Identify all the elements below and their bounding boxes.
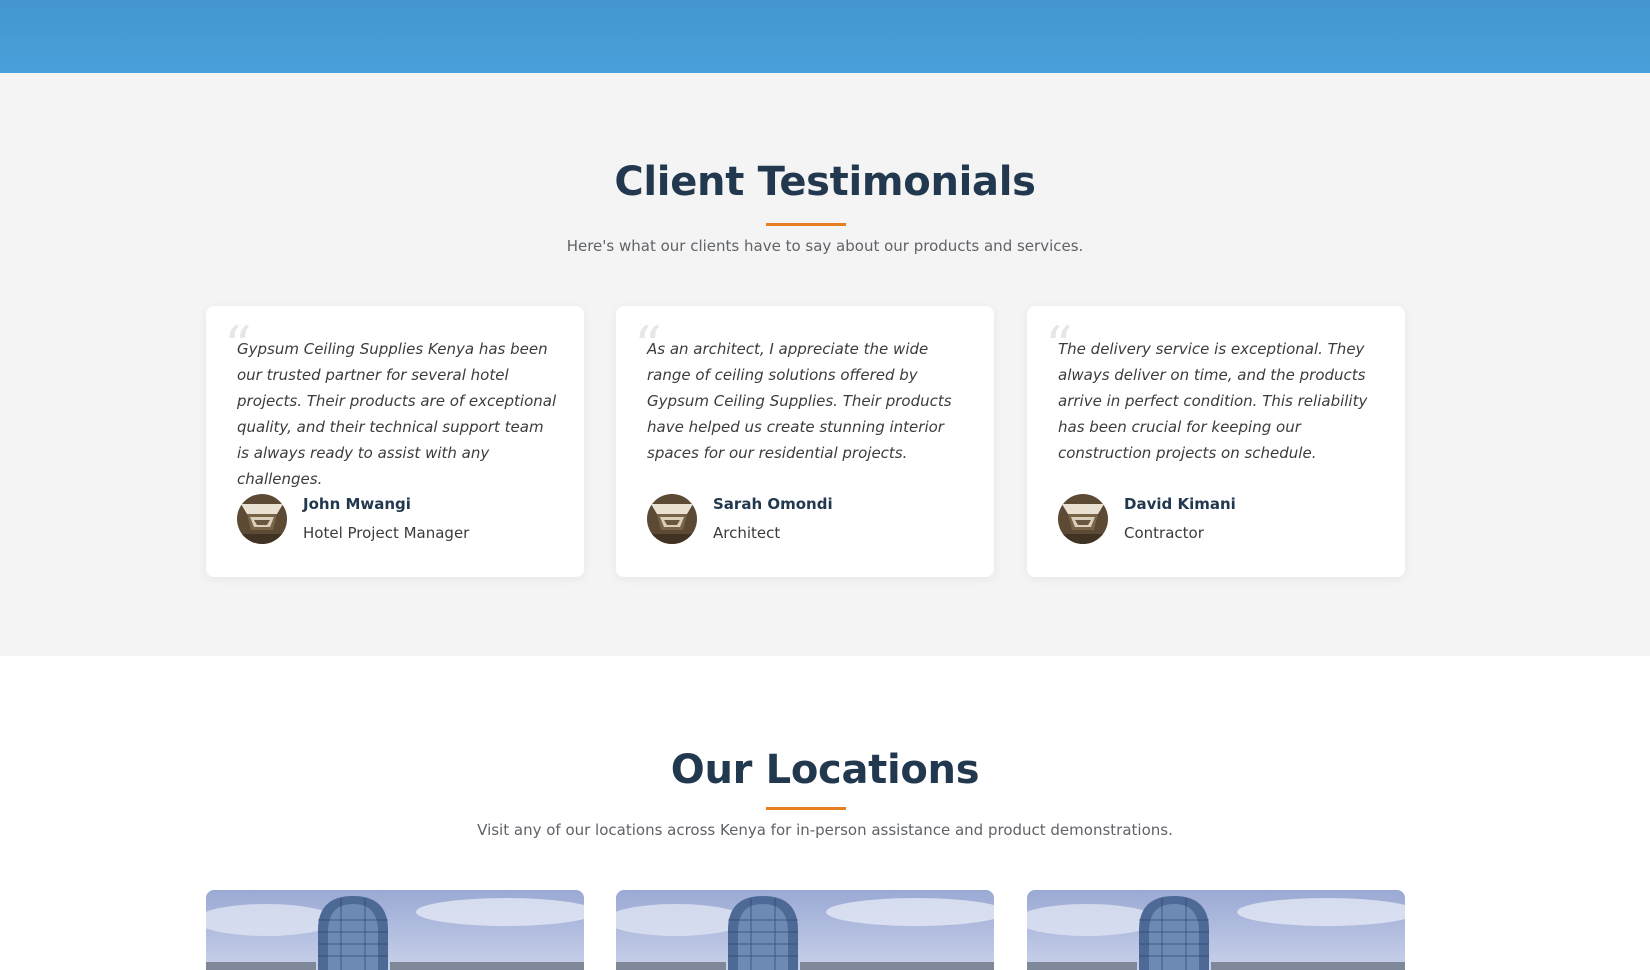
testimonial-card: “ The delivery service is exceptional. T… [1027, 306, 1405, 577]
locations-section: Our Locations Visit any of our locations… [0, 656, 1650, 970]
author-role: Contractor [1124, 524, 1204, 542]
testimonial-quote: As an architect, I appreciate the wide r… [647, 340, 952, 462]
location-card-image[interactable] [1027, 890, 1405, 970]
author-name: Sarah Omondi [713, 495, 833, 513]
header-bar [0, 0, 1650, 73]
testimonials-title: Client Testimonials [614, 159, 1036, 205]
author-role: Architect [713, 524, 781, 542]
testimonials-section: Client Testimonials Here's what our clie… [0, 73, 1650, 656]
locations-title-underline [766, 807, 846, 810]
testimonial-card: “ As an architect, I appreciate the wide… [616, 306, 994, 577]
location-card-image[interactable] [616, 890, 994, 970]
locations-title: Our Locations [670, 747, 980, 793]
author-role: Hotel Project Manager [303, 524, 470, 542]
author-name: John Mwangi [303, 495, 411, 513]
testimonial-card: “ Gypsum Ceiling Supplies Kenya has been… [206, 306, 584, 577]
avatar [237, 494, 287, 544]
testimonial-quote: The delivery service is exceptional. The… [1058, 340, 1368, 462]
author-name: David Kimani [1124, 495, 1236, 513]
locations-subtitle: Visit any of our locations across Kenya … [477, 821, 1173, 839]
testimonial-quote: Gypsum Ceiling Supplies Kenya has been o… [237, 340, 557, 488]
avatar [1058, 494, 1108, 544]
testimonials-subtitle: Here's what our clients have to say abou… [566, 237, 1084, 255]
testimonials-title-underline [766, 223, 846, 226]
location-card-image[interactable] [206, 890, 584, 970]
avatar [647, 494, 697, 544]
